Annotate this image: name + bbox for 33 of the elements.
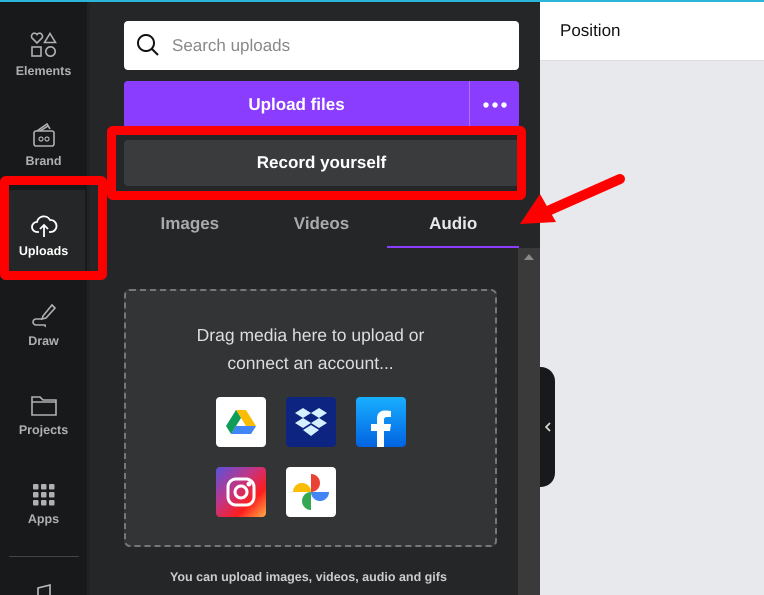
sidebar-item[interactable]: Elements	[0, 10, 88, 100]
camera-logo-icon	[226, 477, 256, 507]
shapes-icon	[30, 32, 58, 58]
upload-hint: You can upload images, videos, audio and gifs	[170, 570, 447, 584]
tab[interactable]: Images	[124, 202, 256, 248]
source-button[interactable]	[216, 467, 266, 517]
f-logo-icon	[370, 409, 392, 447]
chevron-left-icon	[544, 422, 550, 432]
tab[interactable]: Videos	[256, 202, 388, 248]
pinwheel-logo-icon	[292, 473, 330, 511]
dropzone[interactable]: Drag media here to upload or connect an account...	[124, 289, 497, 547]
sidebar-item[interactable]: Draw	[0, 280, 88, 370]
sidebar-item[interactable]: Projects	[0, 370, 88, 460]
apps-grid-icon	[32, 484, 54, 506]
record-yourself-button[interactable]: Record yourself	[124, 140, 519, 186]
more-options-button[interactable]	[469, 81, 519, 128]
more-icon	[482, 102, 506, 108]
collapse-handle[interactable]	[540, 367, 555, 487]
sidebar-item[interactable]: Brand	[0, 100, 88, 190]
source-button[interactable]	[356, 397, 406, 447]
folder-icon	[30, 393, 58, 417]
tab[interactable]: Audio	[387, 202, 520, 248]
pen-icon	[30, 302, 56, 328]
scroll-up-icon	[524, 254, 534, 260]
scrollbar[interactable]	[518, 248, 540, 595]
search-field[interactable]: Search uploads	[124, 21, 519, 70]
toolbar-title: Position	[560, 21, 620, 41]
box-logo-icon	[294, 408, 326, 436]
source-button[interactable]	[286, 397, 336, 447]
dropzone-text: Drag media here to upload or connect an account...	[196, 324, 426, 375]
sidebar-item[interactable]: Apps	[0, 460, 88, 550]
triangle-logo-icon	[226, 409, 256, 435]
brand-kit-icon	[32, 122, 56, 148]
